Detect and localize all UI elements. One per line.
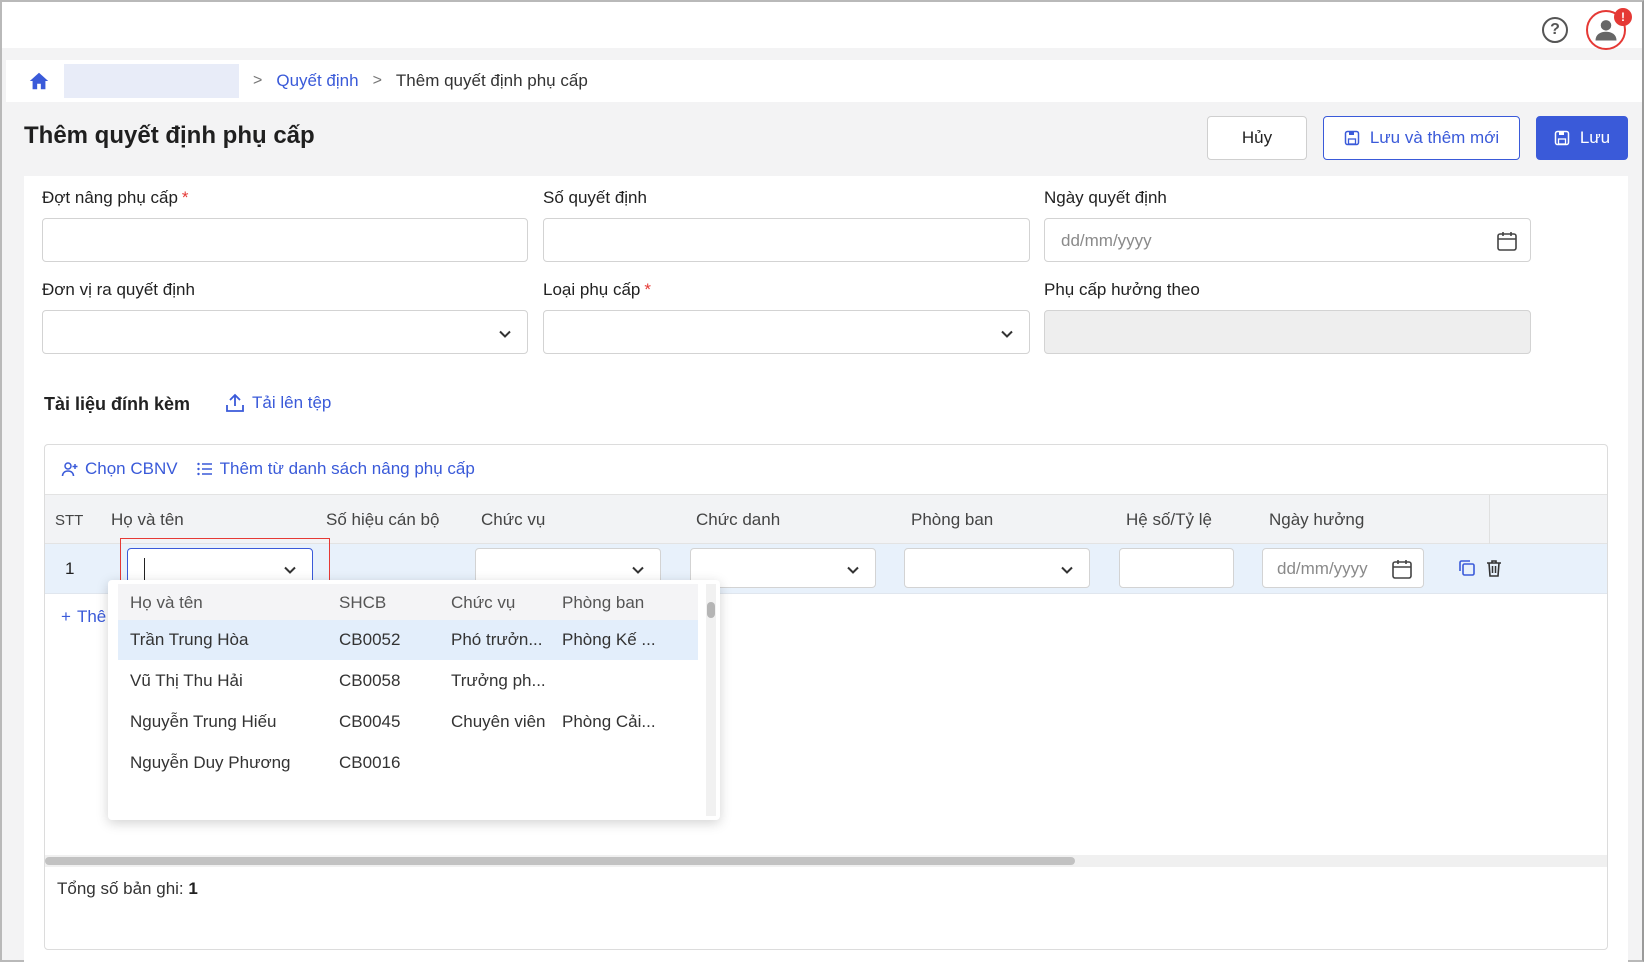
- trash-icon[interactable]: [1484, 558, 1504, 578]
- dropdown-column-header: Họ và tên: [130, 593, 203, 612]
- cancel-button[interactable]: Hủy: [1207, 116, 1307, 160]
- text-cursor: [144, 558, 145, 580]
- add-row-button[interactable]: + Thê: [61, 607, 106, 627]
- allowance-type-label: Loại phụ cấp *: [543, 280, 651, 299]
- chevron-down-icon: [284, 566, 296, 574]
- save-and-new-label: Lưu và thêm mới: [1369, 128, 1500, 147]
- chevron-down-icon: [632, 566, 644, 574]
- upload-icon: [226, 393, 244, 412]
- column-header: Họ và tên: [111, 510, 184, 529]
- upload-file-link[interactable]: Tải lên tệp: [224, 392, 331, 414]
- scrollbar-thumb[interactable]: [45, 857, 1075, 865]
- breadcrumb-separator: >: [372, 72, 382, 89]
- dropdown-option[interactable]: Nguyễn Trung Hiếu CB0045 Chuyên viên Phò…: [118, 702, 698, 742]
- top-bar: ? !: [2, 2, 1642, 50]
- attachments-title: Tài liệu đính kèm: [44, 394, 191, 414]
- duplicate-icon[interactable]: [1457, 558, 1477, 578]
- column-header: Ngày hưởng: [1269, 510, 1365, 529]
- add-row-label: Thê: [76, 607, 107, 626]
- column-header: Chức danh: [696, 510, 781, 529]
- decision-number-label: Số quyết định: [543, 188, 647, 207]
- chevron-down-icon: [499, 330, 511, 338]
- dropdown-scrollbar[interactable]: [706, 584, 716, 816]
- add-from-list-button[interactable]: Thêm từ danh sách nâng phụ cấp: [196, 459, 475, 479]
- decision-date-placeholder: dd/mm/yyyy: [1061, 231, 1152, 250]
- column-divider: [1489, 495, 1490, 545]
- user-avatar[interactable]: !: [1586, 8, 1632, 50]
- save-icon: [1344, 130, 1360, 146]
- department-select[interactable]: [904, 548, 1090, 588]
- choose-employee-button[interactable]: Chọn CBNV: [61, 459, 178, 479]
- upload-label: Tải lên tệp: [252, 393, 332, 412]
- grid-header: STT Họ và tên Số hiệu cán bộ Chức vụ Chứ…: [45, 494, 1607, 545]
- help-icon[interactable]: ?: [1542, 17, 1568, 43]
- allowance-basis-label: Phụ cấp hưởng theo: [1044, 280, 1200, 299]
- dropdown-column-header: Phòng ban: [562, 593, 645, 612]
- dropdown-header: Họ và tên SHCB Chức vụ Phòng ban: [118, 584, 698, 620]
- horizontal-scrollbar[interactable]: [45, 855, 1607, 867]
- coefficient-input[interactable]: [1119, 548, 1234, 588]
- calendar-icon[interactable]: [1496, 230, 1518, 252]
- calendar-icon[interactable]: [1391, 558, 1413, 580]
- dropdown-column-header: Chức vụ: [451, 593, 516, 612]
- save-label: Lưu: [1579, 128, 1611, 147]
- chevron-down-icon: [1001, 330, 1013, 338]
- breadcrumb-redacted[interactable]: [64, 64, 239, 98]
- row-number: 1: [65, 559, 75, 578]
- list-icon: [196, 462, 212, 476]
- breadcrumb-current: Thêm quyết định phụ cấp: [395, 71, 588, 90]
- column-header: Hệ số/Tỷ lệ: [1126, 510, 1212, 529]
- column-header: Chức vụ: [481, 510, 546, 529]
- column-header: Số hiệu cán bộ: [326, 510, 440, 529]
- page-title: Thêm quyết định phụ cấp: [24, 122, 315, 149]
- dropdown-column-header: SHCB: [339, 593, 387, 612]
- employee-dropdown: Họ và tên SHCB Chức vụ Phòng ban Trần Tr…: [108, 580, 720, 820]
- issuing-unit-label: Đơn vị ra quyết định: [42, 280, 195, 299]
- chevron-down-icon: [1061, 566, 1073, 574]
- decision-date-input[interactable]: dd/mm/yyyy: [1044, 218, 1531, 262]
- grid-toolbar: Chọn CBNV Thêm từ danh sách nâng phụ cấp: [61, 459, 475, 479]
- allowance-type-select[interactable]: [543, 310, 1030, 354]
- decision-number-input[interactable]: [543, 218, 1030, 262]
- batch-input[interactable]: [42, 218, 528, 262]
- cancel-label: Hủy: [1241, 128, 1273, 147]
- batch-label: Đợt nâng phụ cấp *: [42, 188, 189, 207]
- column-header: STT: [55, 512, 84, 529]
- home-icon[interactable]: [28, 70, 50, 92]
- breadcrumb-separator: >: [253, 72, 263, 89]
- chevron-down-icon: [847, 566, 859, 574]
- column-header: Phòng ban: [911, 510, 994, 529]
- effective-date-placeholder: dd/mm/yyyy: [1277, 559, 1368, 578]
- add-user-icon: [61, 462, 78, 477]
- save-and-new-button[interactable]: Lưu và thêm mới: [1323, 116, 1520, 160]
- save-button[interactable]: Lưu: [1536, 116, 1628, 160]
- breadcrumb: > Quyết định > Thêm quyết định phụ cấp: [6, 60, 1642, 102]
- dropdown-option[interactable]: Trần Trung Hòa CB0052 Phó trưởn... Phòng…: [118, 620, 698, 660]
- decision-date-label: Ngày quyết định: [1044, 188, 1167, 207]
- allowance-basis-input: [1044, 310, 1531, 354]
- issuing-unit-select[interactable]: [42, 310, 528, 354]
- effective-date-input[interactable]: dd/mm/yyyy: [1262, 548, 1424, 588]
- plus-icon: +: [61, 607, 71, 626]
- save-icon: [1554, 130, 1570, 146]
- breadcrumb-link-decisions[interactable]: Quyết định: [276, 71, 358, 91]
- scrollbar-thumb[interactable]: [707, 602, 715, 618]
- total-records: Tổng số bản ghi: 1: [57, 879, 198, 898]
- dropdown-option[interactable]: Vũ Thị Thu Hải CB0058 Trưởng ph...: [118, 661, 698, 701]
- form-panel: Đợt nâng phụ cấp * Số quyết định Ngày quy…: [24, 176, 1628, 962]
- notification-badge: !: [1614, 8, 1632, 26]
- dropdown-option[interactable]: Nguyễn Duy Phương CB0016: [118, 743, 698, 783]
